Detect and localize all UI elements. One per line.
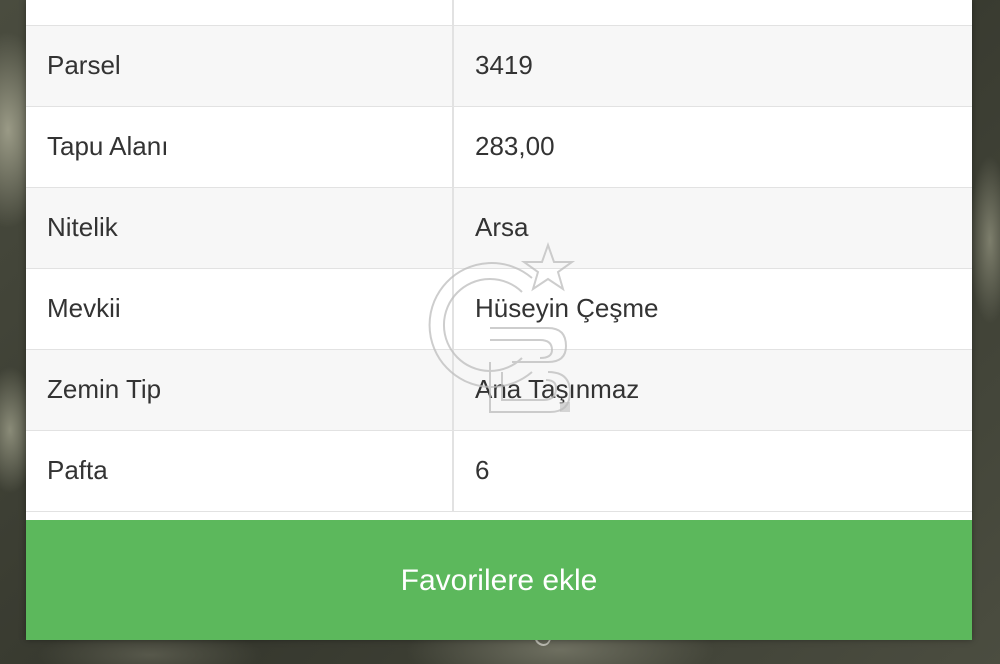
table-row: Nitelik Arsa	[26, 187, 972, 269]
table-row: Tapu Alanı 283,00	[26, 106, 972, 188]
row-value-parsel: 3419	[453, 25, 972, 107]
row-value-tapu-alani: 283,00	[453, 106, 972, 188]
table-row: Zemin Tip Ana Taşınmaz	[26, 349, 972, 431]
table-row: Pafta 6	[26, 430, 972, 512]
row-label-pafta: Pafta	[26, 430, 454, 512]
table-row: Parsel 3419	[26, 25, 972, 107]
row-value-mevkii: Hüseyin Çeşme	[453, 268, 972, 350]
row-value-pafta: 6	[453, 430, 972, 512]
row-label-parsel: Parsel	[26, 25, 454, 107]
table-cell-label	[26, 0, 454, 26]
row-label-tapu-alani: Tapu Alanı	[26, 106, 454, 188]
row-value-nitelik: Arsa	[453, 187, 972, 269]
table-row: Mevkii Hüseyin Çeşme	[26, 268, 972, 350]
row-value-zemin-tip: Ana Taşınmaz	[453, 349, 972, 431]
parcel-info-table: Parsel 3419 Tapu Alanı 283,00 Nitelik Ar…	[26, 0, 972, 512]
row-label-zemin-tip: Zemin Tip	[26, 349, 454, 431]
row-label-nitelik: Nitelik	[26, 187, 454, 269]
table-cell-value	[453, 0, 972, 26]
row-label-mevkii: Mevkii	[26, 268, 454, 350]
parcel-info-panel: Parsel 3419 Tapu Alanı 283,00 Nitelik Ar…	[26, 0, 972, 640]
add-to-favorites-button[interactable]: Favorilere ekle	[26, 520, 972, 640]
table-row-partial	[26, 0, 972, 26]
